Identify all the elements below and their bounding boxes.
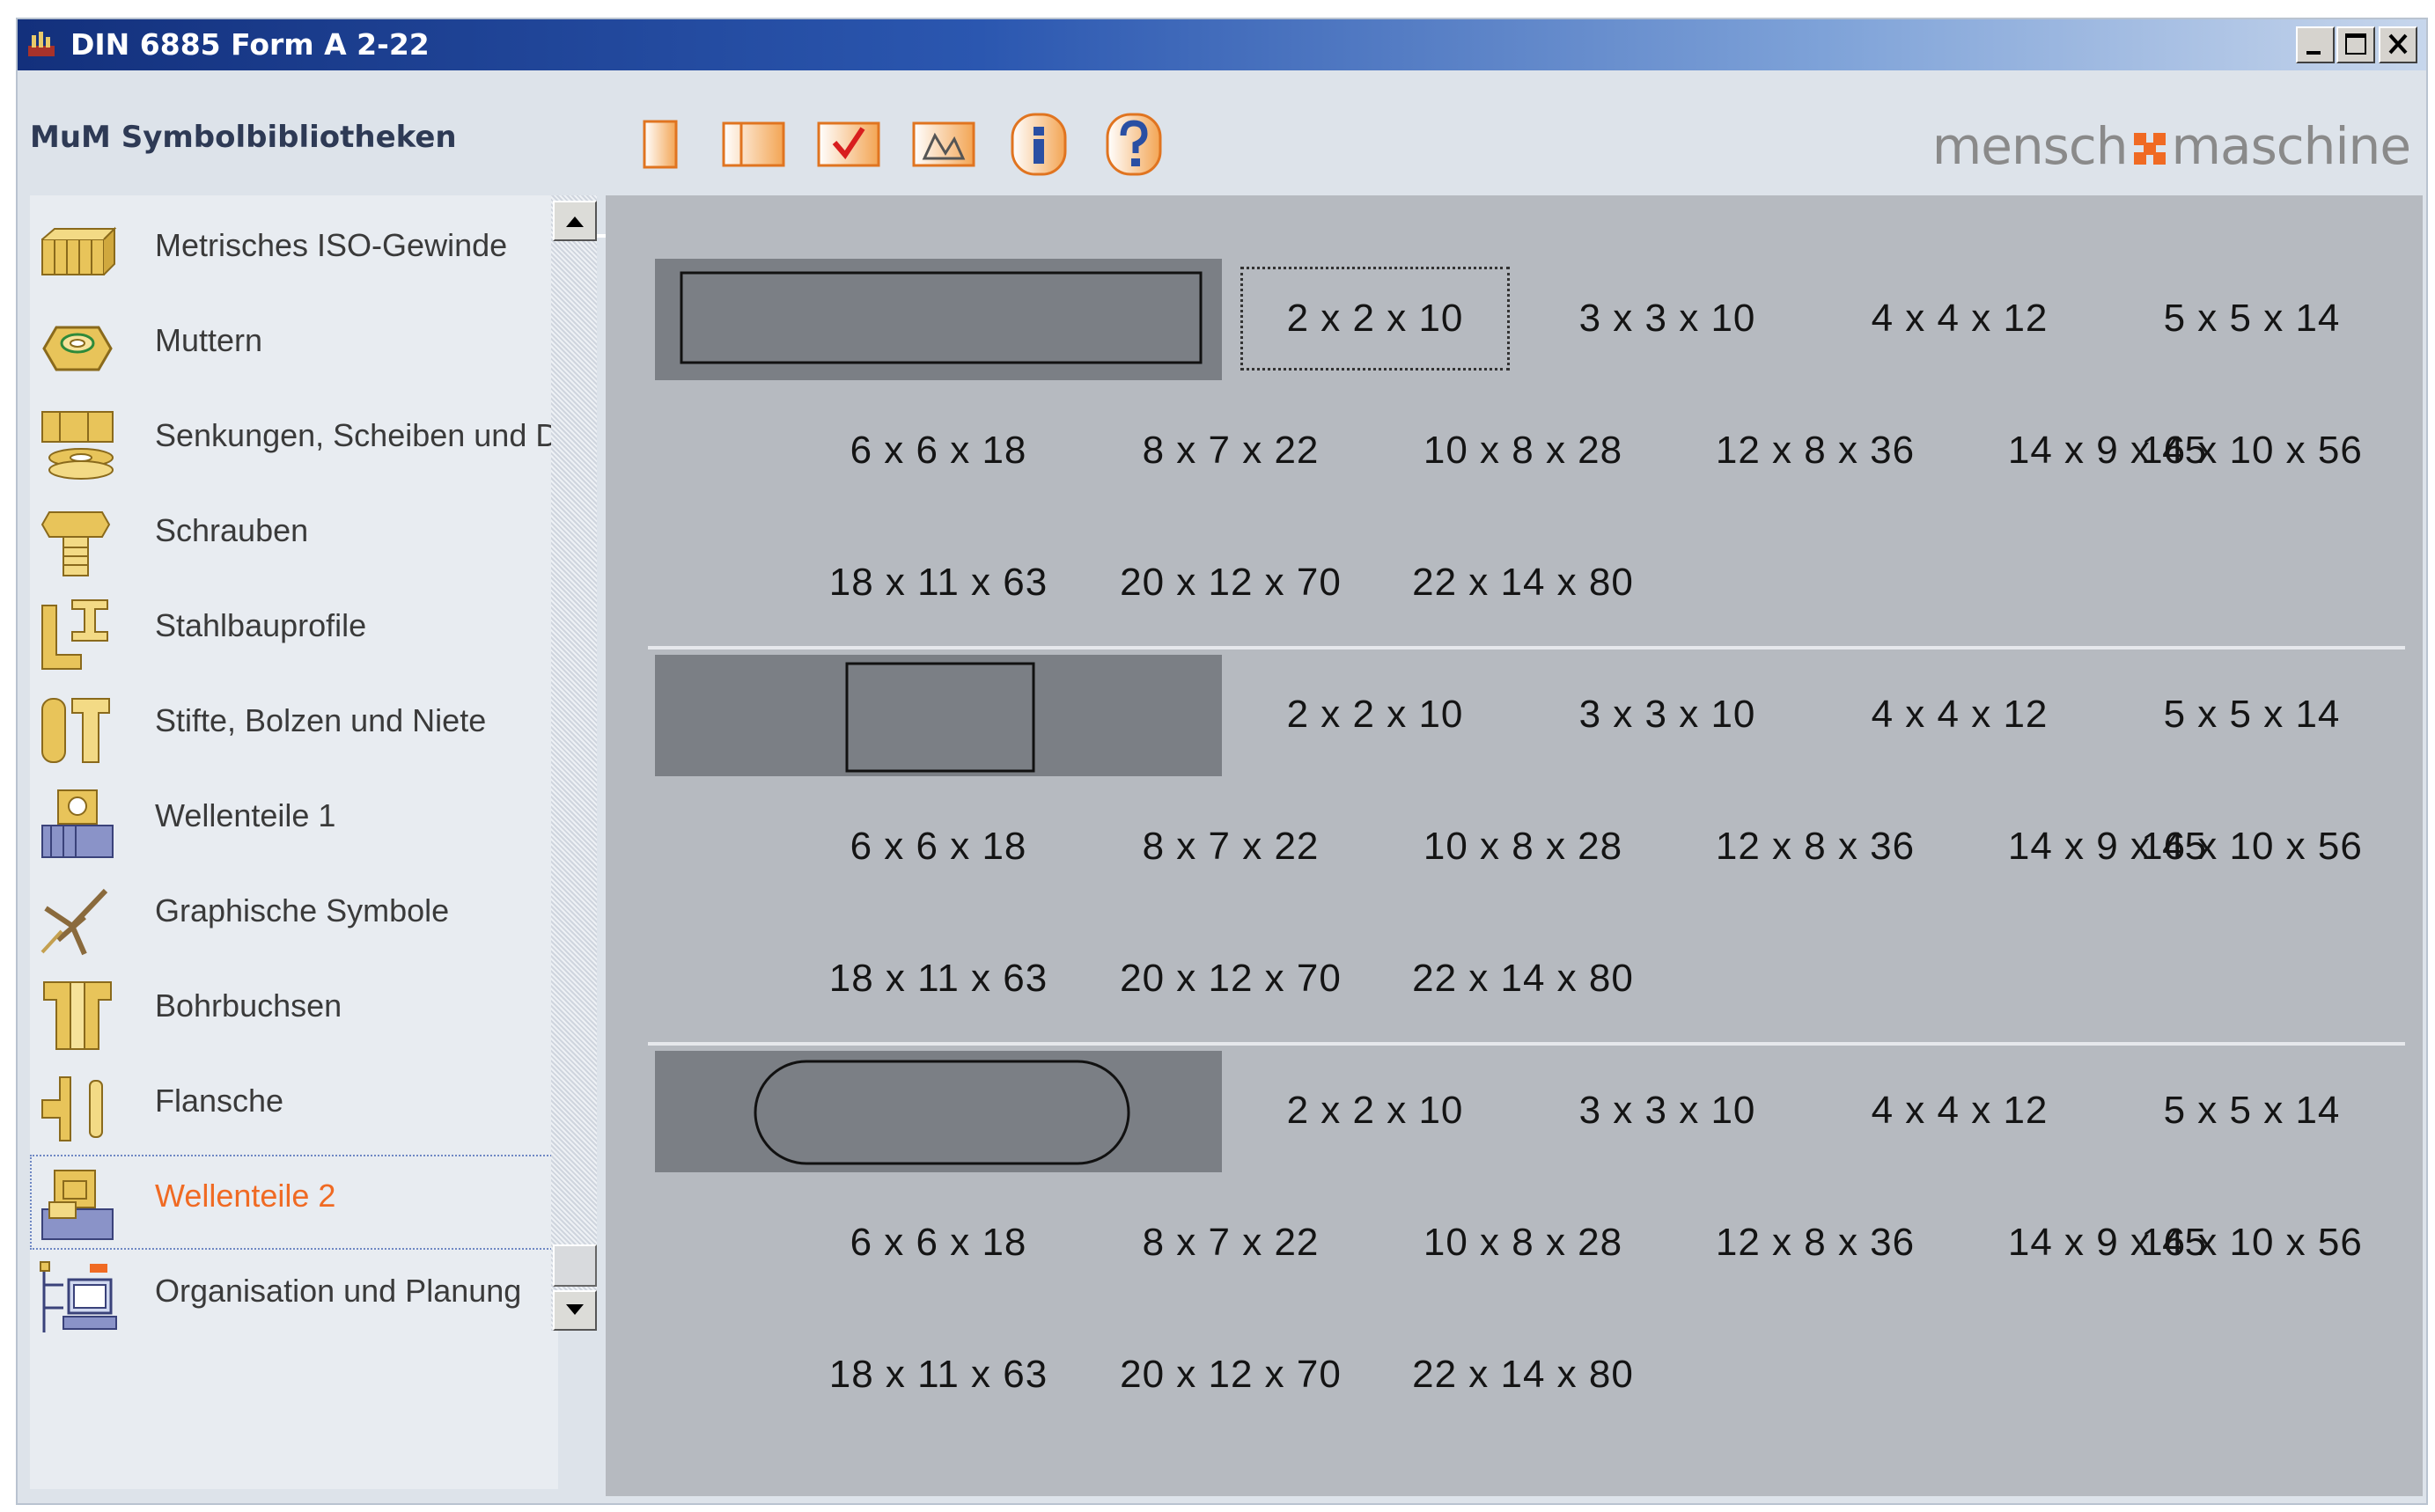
size-option[interactable]: 12 x 8 x 36 (1674, 789, 1956, 905)
sidebar-item-label: Muttern (155, 322, 263, 358)
size-option[interactable]: 5 x 5 x 14 (2111, 657, 2393, 773)
size-option[interactable]: 6 x 6 x 18 (798, 393, 1079, 509)
size-option[interactable]: 10 x 8 x 28 (1382, 1185, 1664, 1301)
maximize-button[interactable] (2336, 26, 2375, 63)
washer-icon (37, 403, 118, 484)
size-option[interactable]: 3 x 3 x 10 (1526, 261, 1808, 377)
sidebar-item-wellenteile-2[interactable]: Wellenteile 2 (30, 1155, 558, 1250)
size-option[interactable]: 18 x 11 x 63 (798, 1317, 1079, 1433)
scroll-down-button[interactable] (553, 1290, 597, 1331)
sidebar-item-label: Senkungen, Scheiben und Du (155, 417, 558, 453)
scroll-thumb[interactable] (553, 1244, 597, 1287)
scroll-up-button[interactable] (553, 201, 597, 241)
sidebar-item-label: Stahlbauprofile (155, 607, 367, 643)
graphic-symbol-icon (37, 878, 118, 959)
sidebar-item-graphische-symbole[interactable]: Graphische Symbole (30, 870, 558, 965)
size-option[interactable]: 10 x 8 x 28 (1382, 789, 1664, 905)
size-option[interactable]: 4 x 4 x 12 (1819, 657, 2100, 773)
sidebar-item-label: Bohrbuchsen (155, 987, 342, 1024)
sidebar-item-label: Wellenteile 1 (155, 797, 336, 833)
logo-text-right: maschine (2171, 116, 2411, 176)
logo-text-left: mensch (1931, 116, 2129, 176)
size-option[interactable]: 20 x 12 x 70 (1090, 1317, 1372, 1433)
shape-preview-rounded-slot[interactable] (655, 1051, 1222, 1172)
section-rectangle-narrow: 2 x 2 x 10 3 x 3 x 10 4 x 4 x 12 5 x 5 x… (606, 591, 2423, 1000)
section-rectangle-wide: 2 x 2 x 10 3 x 3 x 10 4 x 4 x 12 5 x 5 x… (606, 195, 2423, 604)
size-option[interactable]: 6 x 6 x 18 (798, 789, 1079, 905)
size-option[interactable]: 2 x 2 x 10 (1234, 261, 1516, 377)
category-sidebar: Metrisches ISO-Gewinde Muttern Senkungen… (30, 195, 558, 1489)
sidebar-item-label: Metrisches ISO-Gewinde (155, 227, 508, 263)
app-icon (25, 28, 58, 62)
nut-icon (37, 308, 118, 389)
minimize-button[interactable] (2296, 26, 2335, 63)
check-icon[interactable] (813, 109, 884, 180)
flange-icon (37, 1068, 118, 1149)
size-option[interactable]: 2 x 2 x 10 (1234, 657, 1516, 773)
size-option[interactable]: 5 x 5 x 14 (2111, 261, 2393, 377)
size-option[interactable]: 8 x 7 x 22 (1090, 393, 1372, 509)
sidebar-item-bohrbuchsen[interactable]: Bohrbuchsen (30, 965, 558, 1060)
sidebar-item-senkungen[interactable]: Senkungen, Scheiben und Du (30, 394, 558, 489)
shaft-part-icon (37, 783, 118, 864)
window-title: DIN 6885 Form A 2-22 (70, 27, 430, 62)
size-option[interactable]: 8 x 7 x 22 (1090, 789, 1372, 905)
info-icon[interactable] (1004, 109, 1074, 180)
section-rounded-slot: 2 x 2 x 10 3 x 3 x 10 4 x 4 x 12 5 x 5 x… (606, 987, 2423, 1396)
sidebar-item-metrisches-iso-gewinde[interactable]: Metrisches ISO-Gewinde (30, 204, 558, 299)
close-button[interactable] (2379, 26, 2417, 63)
steel-profile-icon (37, 593, 118, 674)
drill-bush-icon (37, 973, 118, 1054)
shape-preview-rectangle-wide[interactable] (655, 259, 1222, 380)
sidebar-item-label: Flansche (155, 1083, 284, 1119)
sidebar-item-flansche[interactable]: Flansche (30, 1060, 558, 1155)
app-window: DIN 6885 Form A 2-22 MuM Symbolbibliothe… (16, 18, 2428, 1505)
edit-icon[interactable] (909, 109, 979, 180)
logo-mark-icon (2131, 120, 2168, 165)
header-bar: MuM Symbolbibliotheken mensch maschine (18, 70, 2426, 238)
shaft-part-2-icon (37, 1163, 118, 1244)
thread-icon (37, 213, 118, 294)
size-option[interactable]: 10 x 8 x 28 (1382, 393, 1664, 509)
new-icon[interactable] (625, 109, 695, 180)
size-option[interactable]: 12 x 8 x 36 (1674, 393, 1956, 509)
help-icon[interactable] (1099, 109, 1169, 180)
size-option[interactable]: 8 x 7 x 22 (1090, 1185, 1372, 1301)
title-bar[interactable]: DIN 6885 Form A 2-22 (18, 19, 2426, 70)
size-option[interactable]: 3 x 3 x 10 (1526, 1053, 1808, 1169)
sidebar-item-label: Schrauben (155, 512, 309, 548)
brand-logo: mensch maschine (1931, 116, 2411, 176)
size-option[interactable]: 12 x 8 x 36 (1674, 1185, 1956, 1301)
sidebar-item-label: Wellenteile 2 (155, 1178, 336, 1214)
sidebar-item-schrauben[interactable]: Schrauben (30, 489, 558, 584)
size-option[interactable]: 16 x 10 x 56 (2111, 1185, 2393, 1301)
app-label: MuM Symbolbibliotheken (30, 120, 457, 155)
pin-bolt-icon (37, 688, 118, 769)
size-option[interactable]: 22 x 14 x 80 (1382, 1317, 1664, 1433)
sidebar-scrollbar[interactable] (551, 195, 597, 1331)
sidebar-item-stifte-bolzen-niete[interactable]: Stifte, Bolzen und Niete (30, 679, 558, 774)
sidebar-item-label: Organisation und Planung (155, 1273, 522, 1309)
panel-icon[interactable] (718, 109, 789, 180)
size-option[interactable]: 3 x 3 x 10 (1526, 657, 1808, 773)
sidebar-item-wellenteile-1[interactable]: Wellenteile 1 (30, 774, 558, 870)
sidebar-item-label: Stifte, Bolzen und Niete (155, 702, 487, 738)
symbol-grid: 2 x 2 x 10 3 x 3 x 10 4 x 4 x 12 5 x 5 x… (606, 195, 2423, 1496)
sidebar-item-muttern[interactable]: Muttern (30, 299, 558, 394)
size-option[interactable]: 6 x 6 x 18 (798, 1185, 1079, 1301)
size-option[interactable]: 16 x 10 x 56 (2111, 789, 2393, 905)
screw-icon (37, 498, 118, 579)
size-option[interactable]: 4 x 4 x 12 (1819, 261, 2100, 377)
sidebar-item-stahlbauprofile[interactable]: Stahlbauprofile (30, 584, 558, 679)
shape-preview-rectangle-narrow[interactable] (655, 655, 1222, 776)
sidebar-item-organisation-und-planung[interactable]: Organisation und Planung (30, 1250, 558, 1345)
sidebar-item-label: Graphische Symbole (155, 892, 450, 928)
size-option[interactable]: 2 x 2 x 10 (1234, 1053, 1516, 1169)
size-option[interactable]: 16 x 10 x 56 (2111, 393, 2393, 509)
size-option[interactable]: 4 x 4 x 12 (1819, 1053, 2100, 1169)
organisation-icon (37, 1259, 118, 1340)
size-option[interactable]: 5 x 5 x 14 (2111, 1053, 2393, 1169)
